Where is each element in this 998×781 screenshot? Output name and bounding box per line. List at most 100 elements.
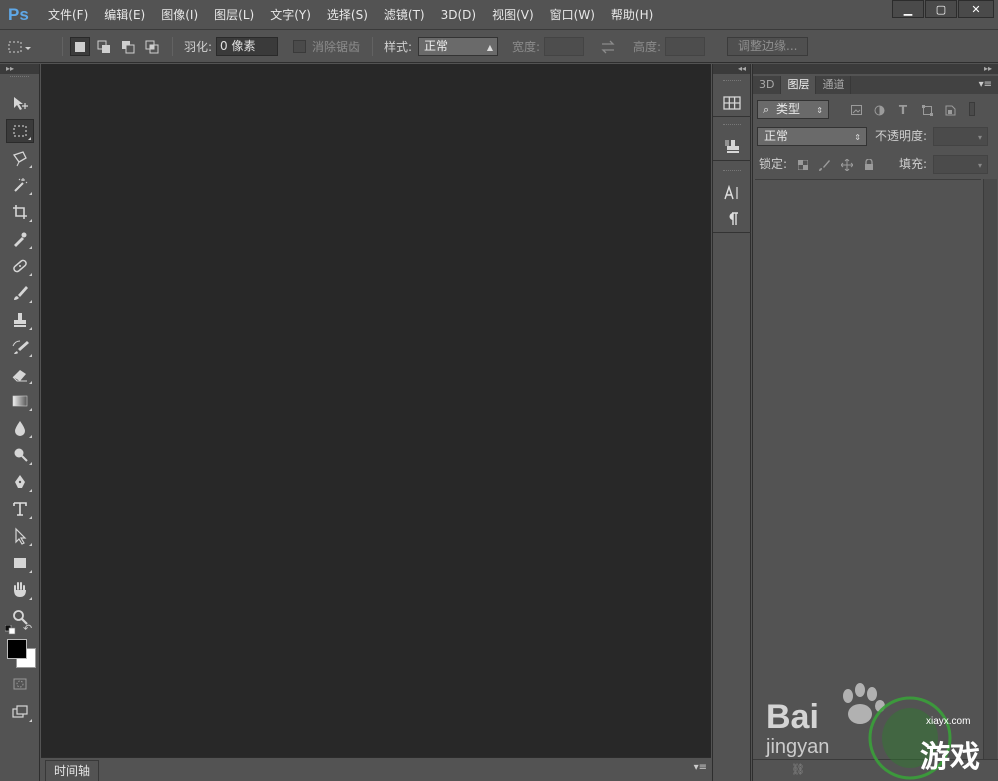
history-brush-tool[interactable] [6,335,34,359]
tab-layers[interactable]: 图层 [781,76,817,94]
menu-filter[interactable]: 滤镜(T) [376,0,433,30]
document-canvas-area[interactable] [41,64,711,757]
gradient-tool[interactable] [6,389,34,413]
tool-flyout-icon [29,543,32,546]
filter-smart-objects-icon[interactable] [944,104,956,116]
panel-tabs: 3D 图层 通道 [753,76,998,94]
clone-stamp-tool[interactable] [6,308,34,332]
dock-grip[interactable] [723,80,741,88]
blur-tool[interactable] [6,416,34,440]
layer-filter-kind-select[interactable]: ⌕ 类型 ⇕ [757,100,829,119]
foreground-color-swatch[interactable] [7,639,27,659]
swap-dimensions-button[interactable] [600,30,616,63]
magic-wand-tool[interactable] [6,173,34,197]
tool-flyout-icon [29,192,32,195]
filter-toggle-switch[interactable] [969,102,975,116]
lock-transparent-pixels-icon[interactable] [797,159,809,171]
blend-mode-select[interactable]: 正常 ⇕ [757,127,867,146]
feather-input[interactable]: 0 像素 [216,37,279,56]
add-selection-button[interactable] [94,37,114,56]
path-selection-tool[interactable] [6,524,34,548]
tool-flyout-icon [29,246,32,249]
filter-type-layers-icon[interactable]: T [897,103,909,117]
swatches-panel-button[interactable] [713,90,751,116]
new-selection-button[interactable] [70,37,90,56]
dock-group-1 [713,78,751,117]
brush-tool[interactable] [6,281,34,305]
tool-preset-picker[interactable] [6,30,32,63]
clone-source-panel-button[interactable] [713,134,751,160]
tool-flyout-icon [29,570,32,573]
move-tool[interactable] [6,92,34,116]
fill-input[interactable]: ▾ [933,155,988,174]
layer-filter-row: ⌕ 类型 ⇕ T [753,96,998,122]
menu-view[interactable]: 视图(V) [484,0,542,30]
intersect-selection-button[interactable] [142,37,162,56]
subtract-selection-button[interactable] [118,37,138,56]
filter-adjustment-layers-icon[interactable] [873,104,885,116]
healing-brush-tool[interactable] [6,254,34,278]
type-tool[interactable] [6,497,34,521]
intersect-selection-icon [145,40,159,53]
antialias-checkbox[interactable]: 消除锯齿 [293,30,360,63]
dock-collapse-bar[interactable]: ◂◂ [713,64,750,74]
tool-flyout-icon [29,435,32,438]
marquee-tool[interactable] [6,119,34,143]
menu-edit[interactable]: 编辑(E) [96,0,153,30]
menu-file[interactable]: 文件(F) [40,0,96,30]
crop-tool[interactable] [6,200,34,224]
layers-list[interactable] [755,179,981,759]
menu-window[interactable]: 窗口(W) [542,0,603,30]
eraser-tool[interactable] [6,362,34,386]
filter-kind-value: 类型 [776,102,801,116]
lock-position-icon[interactable] [841,159,853,171]
eyedropper-tool[interactable] [6,227,34,251]
dock-grip[interactable] [723,170,741,178]
refine-edge-button[interactable]: 调整边缘... [727,37,809,56]
menu-help[interactable]: 帮助(H) [603,0,661,30]
swap-colors-button[interactable]: ↶ [23,622,35,635]
timeline-tab[interactable]: 时间轴 [45,760,100,781]
lock-image-pixels-icon[interactable] [818,159,830,171]
hand-tool[interactable] [6,578,34,602]
height-label: 高度: [633,40,662,54]
character-panel-button[interactable] [713,180,751,206]
swatches-grid-icon [723,96,741,110]
panel-menu-icon[interactable]: ▾≡ [979,79,992,90]
lasso-tool[interactable] [6,146,34,170]
height-input[interactable] [665,37,706,56]
menu-layer[interactable]: 图层(L) [206,0,262,30]
tool-flyout-icon [29,516,32,519]
quick-mask-button[interactable] [6,672,34,696]
style-select[interactable]: 正常 ▲ [418,37,499,56]
rectangle-tool[interactable] [6,551,34,575]
tab-3d[interactable]: 3D [753,76,782,94]
width-input[interactable] [544,37,585,56]
pen-tool[interactable] [6,470,34,494]
toolbar-grip[interactable] [10,76,29,84]
layers-scrollbar[interactable] [983,179,997,759]
opacity-input[interactable]: ▾ [933,127,988,146]
paragraph-panel-button[interactable] [713,206,751,232]
menu-3d[interactable]: 3D(D) [433,0,484,30]
link-layers-icon[interactable]: ⛓ [791,763,805,776]
panel-menu-icon[interactable]: ▾≡ [694,762,707,773]
close-button[interactable]: ✕ [958,0,994,18]
menu-select[interactable]: 选择(S) [319,0,376,30]
default-colors-button[interactable] [4,624,17,635]
menu-image[interactable]: 图像(I) [153,0,206,30]
toolbar-collapse-bar[interactable]: ▸▸ [0,64,39,74]
dock-group-2 [713,122,751,161]
dodge-tool[interactable] [6,443,34,467]
dock-grip[interactable] [723,124,741,132]
panel-collapse-bar[interactable]: ▸▸ [753,64,998,74]
maximize-button[interactable]: ▢ [925,0,957,18]
filter-pixel-layers-icon[interactable] [850,104,862,116]
minimize-button[interactable]: ▁ [892,0,924,18]
lock-all-icon[interactable] [863,159,875,171]
menu-type[interactable]: 文字(Y) [262,0,319,30]
screen-mode-button[interactable] [6,700,34,724]
separator [372,37,373,56]
tab-channels[interactable]: 通道 [816,76,852,94]
filter-shape-layers-icon[interactable] [921,104,933,116]
